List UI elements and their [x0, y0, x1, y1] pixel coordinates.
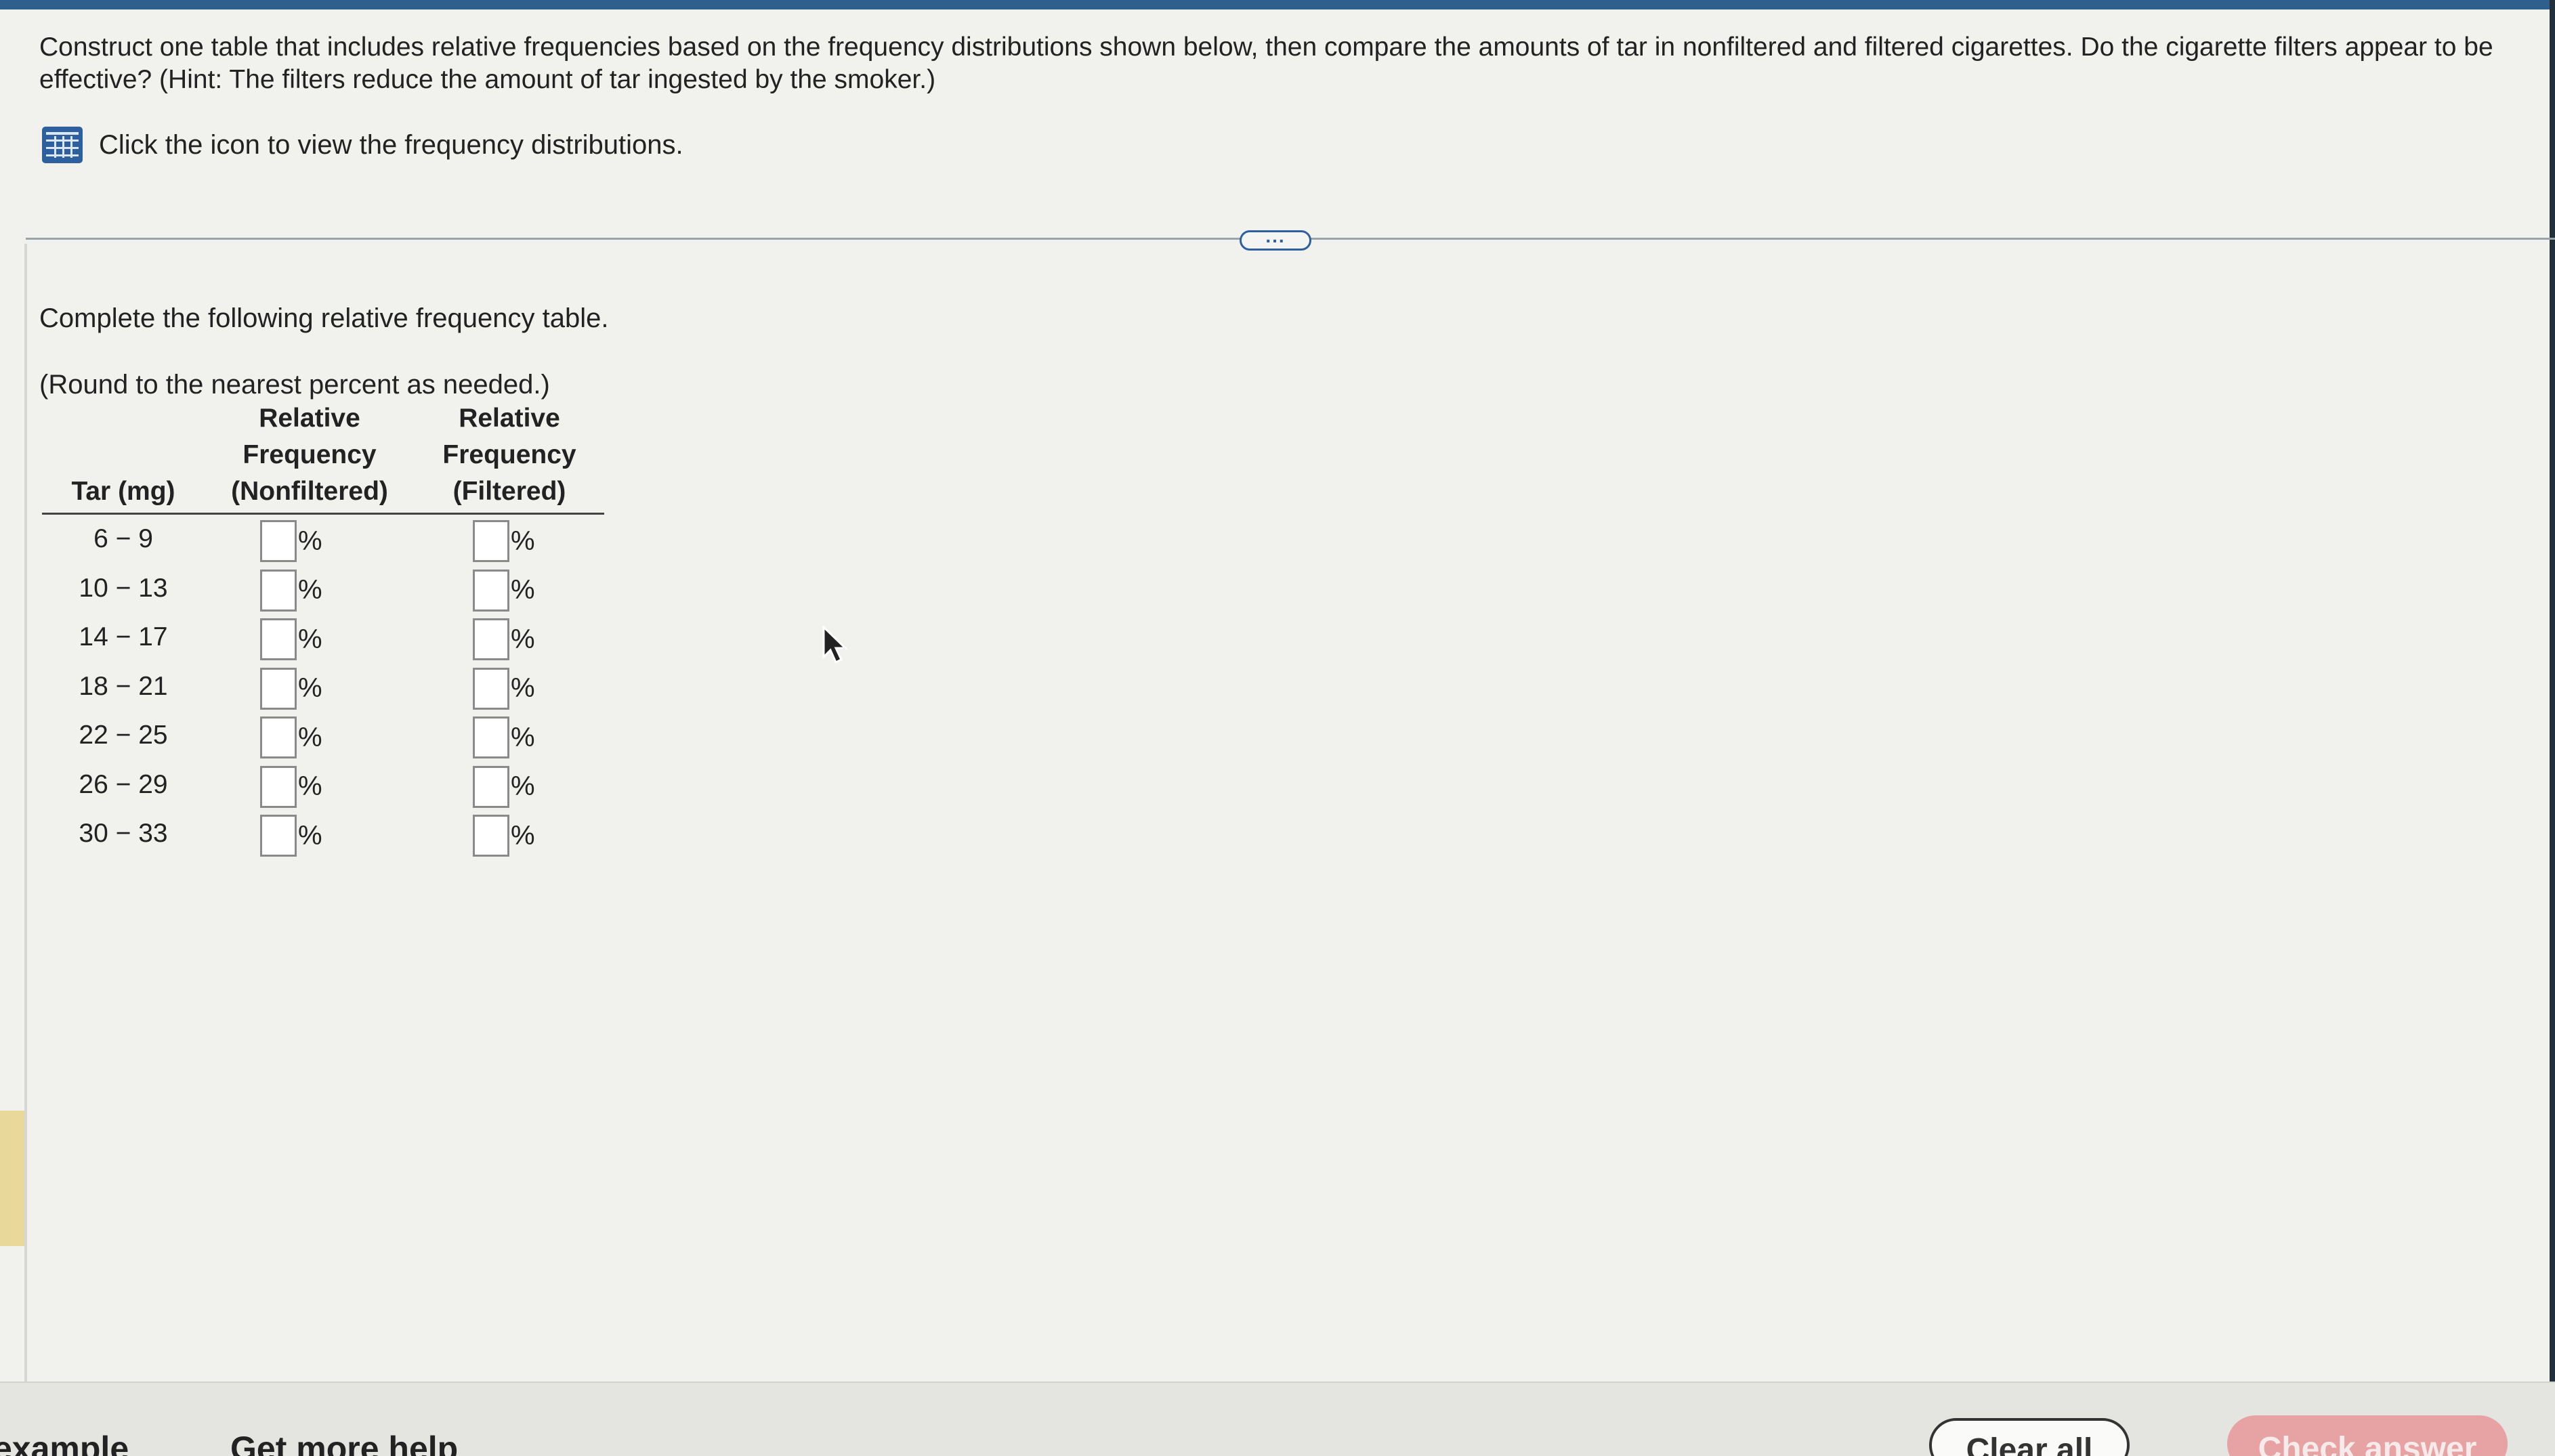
percent-sign: % [298, 624, 322, 654]
filtered-answer-box[interactable] [473, 618, 509, 660]
percent-sign: % [511, 673, 535, 703]
filtered-answer-box[interactable] [473, 716, 509, 758]
relative-frequency-table: Tar (mg) Relative Frequency (Nonfiltered… [42, 404, 604, 859]
tar-range: 14 − 17 [79, 622, 168, 652]
percent-sign: % [511, 624, 535, 654]
percent-sign: % [511, 722, 535, 752]
percent-sign: % [298, 820, 322, 851]
nonfiltered-answer-box[interactable] [260, 667, 297, 710]
nonfiltered-answer-box[interactable] [260, 716, 297, 758]
table-row: 6 − 9 % % [42, 515, 604, 564]
table-row: 14 − 17 % % [42, 613, 604, 662]
view-frequency-distributions-text[interactable]: Click the icon to view the frequency dis… [99, 130, 683, 160]
tar-range: 10 − 13 [79, 573, 168, 603]
top-strip [0, 0, 2555, 9]
view-example-link[interactable]: example [0, 1429, 129, 1456]
percent-sign: % [298, 722, 322, 752]
rounding-note: (Round to the nearest percent as needed.… [39, 370, 550, 400]
question-text: Construct one table that includes relati… [39, 33, 2493, 94]
percent-sign: % [511, 820, 535, 851]
table-row: 22 − 25 % % [42, 711, 604, 761]
filtered-answer-box[interactable] [473, 520, 509, 562]
left-panel-border [24, 244, 27, 1382]
tar-range: 6 − 9 [93, 524, 153, 554]
percent-sign: % [511, 526, 535, 556]
expand-toggle-button[interactable]: ... [1240, 226, 1311, 251]
filtered-answer-box[interactable] [473, 667, 509, 710]
filtered-answer-box[interactable] [473, 815, 509, 857]
percent-sign: % [298, 526, 322, 556]
check-answer-button[interactable]: Check answer [2227, 1415, 2508, 1456]
mouse-cursor-icon [822, 626, 848, 664]
percent-sign: % [511, 575, 535, 605]
clear-all-button[interactable]: Clear all [1929, 1418, 2130, 1456]
table-row: 30 − 33 % % [42, 809, 604, 859]
tar-range: 22 − 25 [79, 721, 168, 750]
table-header: Tar (mg) Relative Frequency (Nonfiltered… [42, 404, 604, 515]
filtered-answer-box[interactable] [473, 765, 509, 808]
table-grid-icon[interactable] [42, 127, 83, 163]
table-row: 26 − 29 % % [42, 761, 604, 810]
percent-sign: % [298, 575, 322, 605]
table-row: 18 − 21 % % [42, 662, 604, 712]
nonfiltered-answer-box[interactable] [260, 520, 297, 562]
left-side-tab[interactable] [0, 1111, 24, 1246]
tar-range: 18 − 21 [79, 671, 168, 701]
view-frequency-distributions-link[interactable]: Click the icon to view the frequency dis… [42, 126, 683, 164]
nonfiltered-answer-box[interactable] [260, 765, 297, 808]
nonfiltered-answer-box[interactable] [260, 618, 297, 660]
percent-sign: % [298, 771, 322, 801]
ellipsis-icon: ... [1265, 226, 1286, 247]
tar-range: 26 − 29 [79, 769, 168, 799]
window-edge [2550, 0, 2555, 1456]
header-nonfiltered: Relative Frequency (Nonfiltered) [231, 404, 388, 506]
percent-sign: % [298, 673, 322, 703]
percent-sign: % [511, 771, 535, 801]
header-filtered: Relative Frequency (Filtered) [442, 404, 576, 506]
header-tar: Tar (mg) [71, 477, 175, 506]
get-more-help-link[interactable]: Get more help [230, 1429, 458, 1456]
tar-range: 30 − 33 [79, 819, 168, 849]
table-row: 10 − 13 % % [42, 564, 604, 614]
filtered-answer-box[interactable] [473, 569, 509, 612]
nonfiltered-answer-box[interactable] [260, 569, 297, 612]
instruction-text: Complete the following relative frequenc… [39, 303, 609, 333]
nonfiltered-answer-box[interactable] [260, 815, 297, 857]
